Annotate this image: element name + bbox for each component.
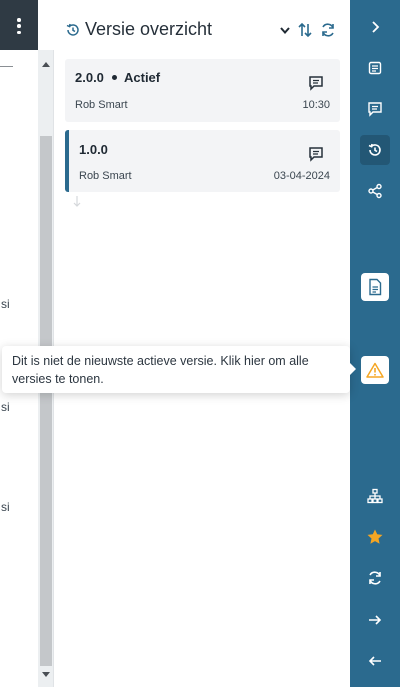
background-text-fragment: si — [1, 500, 10, 514]
arrow-left-icon — [368, 656, 381, 666]
version-date: 10:30 — [302, 99, 330, 111]
comments-button[interactable] — [360, 94, 390, 124]
back-button[interactable] — [360, 646, 390, 676]
file-button[interactable] — [361, 273, 389, 301]
document-icon — [368, 61, 382, 75]
background-text-fragment: si — [1, 297, 10, 311]
panel-header: Versie overzicht — [55, 0, 350, 58]
version-author: Rob Smart — [79, 170, 132, 182]
file-icon — [369, 278, 382, 296]
document-button[interactable] — [360, 53, 390, 83]
warning-tooltip: Dit is niet de nieuwste actieve versie. … — [2, 346, 356, 393]
star-icon — [367, 529, 383, 544]
arrow-down-icon — [73, 196, 81, 207]
structure-button[interactable] — [360, 481, 390, 511]
version-author: Rob Smart — [75, 99, 128, 111]
background-text-fragment: si — [1, 400, 10, 414]
version-date: 03-04-2024 — [273, 170, 330, 182]
version-card[interactable]: 2.0.0 Actief Rob Smart 10:30 — [65, 59, 340, 122]
version-overview-panel: Versie overzicht 2.0.0 Actief Rob Smart … — [55, 0, 350, 687]
refresh-button[interactable] — [319, 21, 337, 39]
refresh-icon — [322, 23, 334, 37]
chevron-down-icon — [280, 27, 290, 35]
share-icon — [368, 183, 382, 199]
share-button[interactable] — [360, 176, 390, 206]
status-badge: Actief — [124, 70, 161, 85]
comment-icon[interactable] — [308, 146, 324, 162]
warning-icon — [366, 362, 384, 378]
version-card[interactable]: 1.0.0 Rob Smart 03-04-2024 — [65, 130, 340, 192]
warning-button[interactable] — [361, 356, 389, 384]
arrow-right-icon — [369, 615, 382, 625]
sync-button[interactable] — [360, 563, 390, 593]
next-button[interactable] — [360, 605, 390, 635]
favorite-button[interactable] — [360, 522, 390, 552]
version-history-button[interactable] — [360, 135, 390, 165]
hierarchy-icon — [367, 488, 383, 504]
background-document: si si si — [0, 0, 38, 687]
separator-dot — [112, 75, 117, 80]
chevron-right-icon — [372, 21, 380, 33]
right-sidebar — [350, 0, 400, 687]
collapse-button[interactable] — [276, 21, 294, 39]
more-options-icon[interactable] — [17, 18, 21, 34]
sync-icon — [369, 571, 381, 585]
sort-icon — [298, 22, 312, 38]
scroll-down-arrow-icon[interactable] — [42, 672, 50, 677]
scrollbar-thumb[interactable] — [40, 136, 52, 666]
panel-title: Versie overzicht — [85, 19, 213, 39]
comment-icon[interactable] — [308, 75, 324, 91]
sort-button[interactable] — [296, 21, 314, 39]
version-number: 2.0.0 — [75, 70, 104, 85]
background-divider — [0, 66, 13, 67]
history-icon — [66, 23, 79, 36]
scroll-up-arrow-icon[interactable] — [42, 62, 50, 67]
history-icon — [368, 143, 381, 156]
expand-sidebar-button[interactable] — [360, 12, 390, 42]
comment-icon — [368, 102, 382, 117]
version-number: 1.0.0 — [79, 142, 108, 157]
tooltip-text: Dit is niet de nieuwste actieve versie. … — [12, 354, 309, 386]
background-toolbar — [0, 0, 38, 50]
